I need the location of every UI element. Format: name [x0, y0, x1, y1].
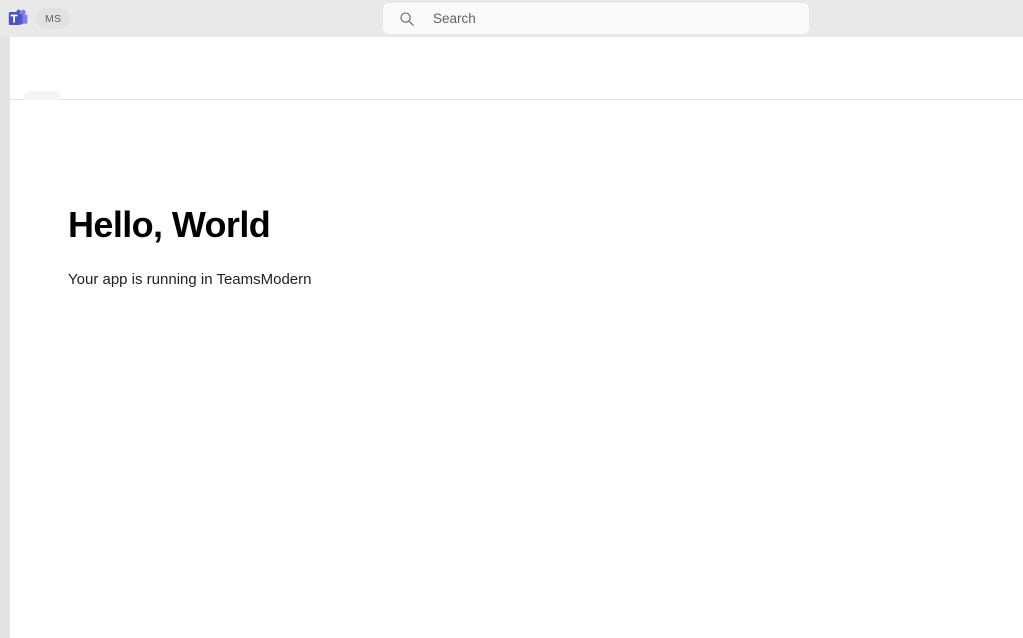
microsoft-teams-logo-icon[interactable] [8, 8, 29, 29]
search-input-placeholder[interactable]: Search [433, 11, 476, 26]
search-bar[interactable]: Search [383, 3, 809, 34]
search-icon [399, 11, 415, 27]
account-initials-badge[interactable]: MS [36, 8, 71, 29]
content-subtext: Your app is running in TeamsModern [68, 271, 312, 288]
left-rail-strip [0, 37, 10, 638]
app-header: helloworld-local Personal Tab About [10, 37, 1023, 133]
app-frame: helloworld-local Personal Tab About Hell… [10, 37, 1023, 638]
app-content-area: Hello, World Your app is running in Team… [10, 100, 1023, 638]
content-heading: Hello, World [68, 204, 271, 245]
top-app-bar: MS Search [0, 0, 1023, 37]
